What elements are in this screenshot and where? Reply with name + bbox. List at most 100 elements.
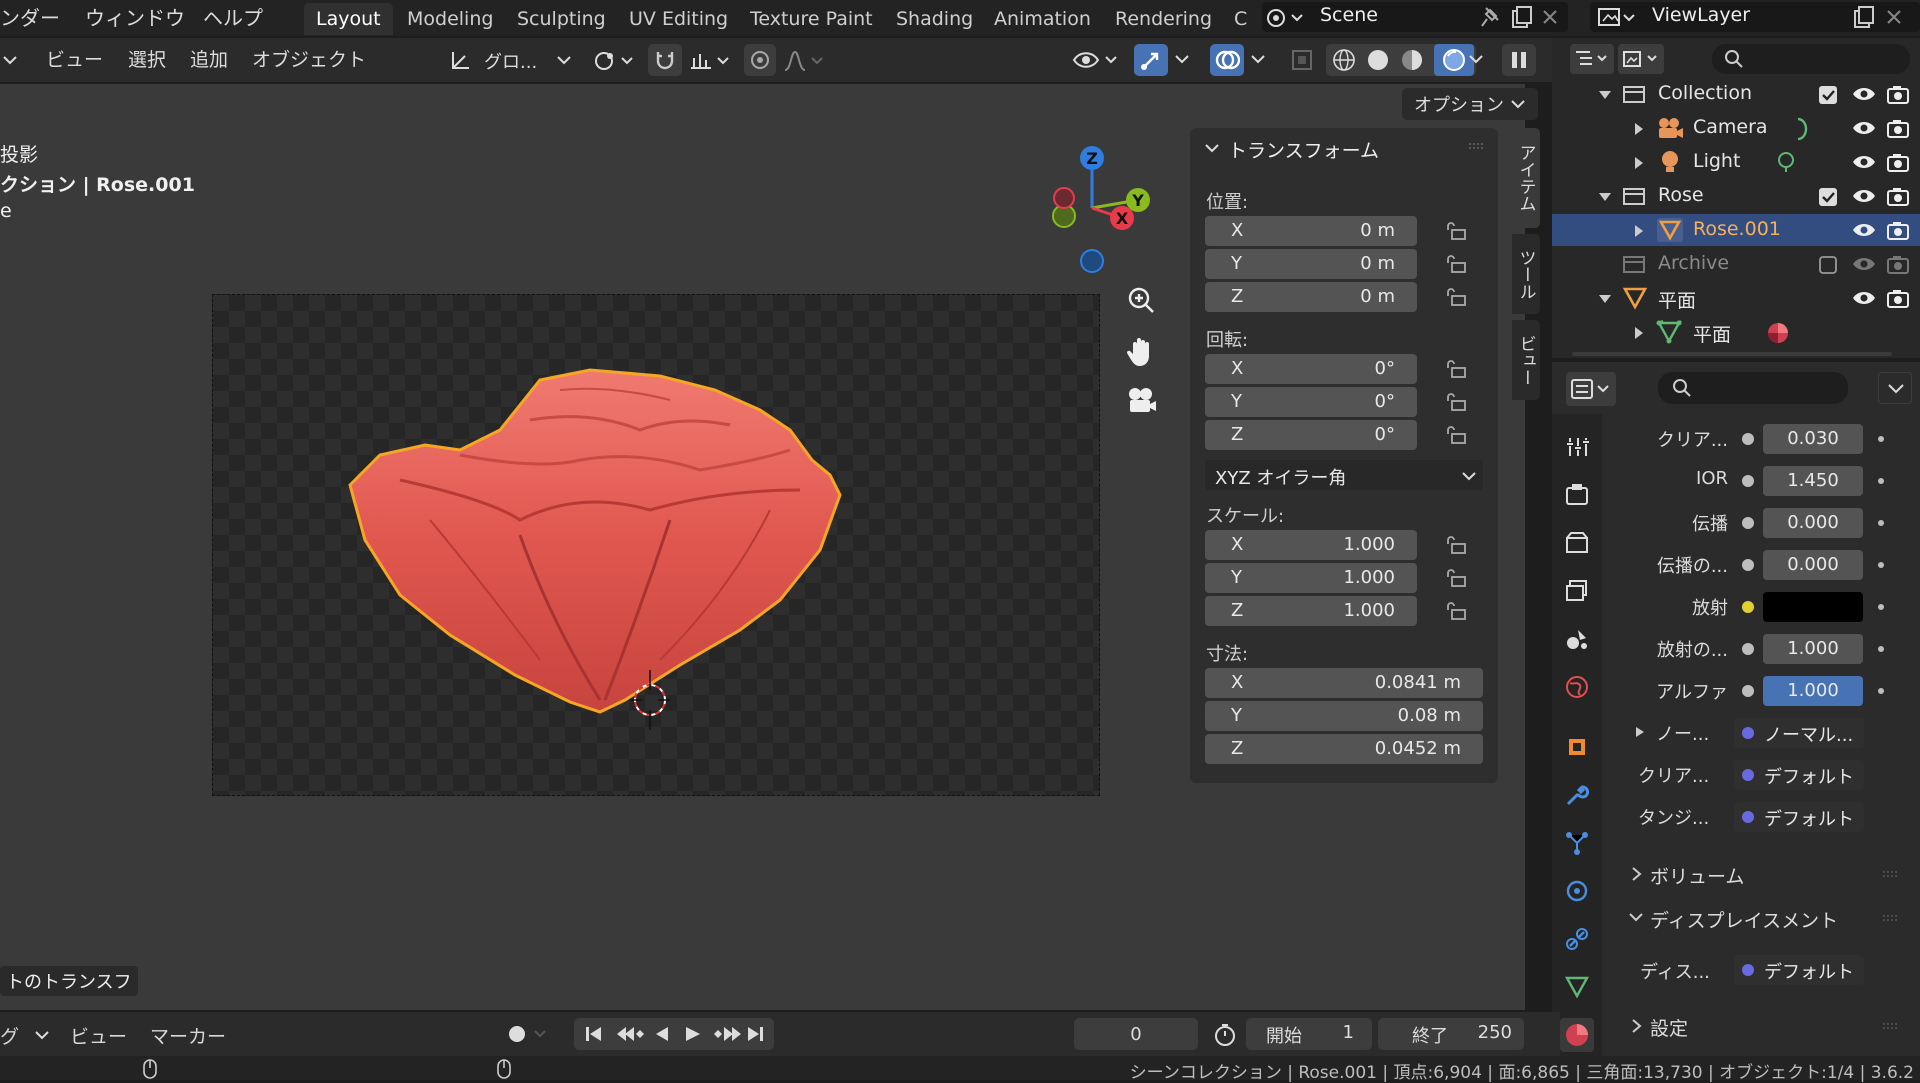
tab-rendering[interactable]: Rendering bbox=[1103, 3, 1224, 35]
navigation-gizmo[interactable]: Z Y X bbox=[1028, 138, 1158, 278]
outliner-search-input[interactable] bbox=[1712, 44, 1910, 74]
outliner-row-archive[interactable]: Archive bbox=[1552, 248, 1920, 280]
constraints-tab-icon[interactable] bbox=[1564, 926, 1590, 952]
dimension-x-field[interactable]: X 0.0841 m bbox=[1205, 668, 1483, 698]
normal-link-field[interactable]: ノーマル... bbox=[1734, 718, 1864, 748]
properties-search-input[interactable] bbox=[1658, 372, 1848, 404]
lock-icon[interactable] bbox=[1445, 534, 1467, 556]
playback-menu[interactable]: グ bbox=[0, 1022, 19, 1049]
keyframe-dot-icon[interactable] bbox=[1878, 478, 1884, 484]
tab-view[interactable]: ビュー bbox=[1512, 320, 1540, 400]
tab-animation[interactable]: Animation bbox=[982, 3, 1103, 35]
socket-icon[interactable] bbox=[1742, 433, 1754, 445]
tab-compositing[interactable]: C bbox=[1222, 3, 1259, 35]
start-frame-field[interactable]: 開始 1 bbox=[1246, 1018, 1372, 1050]
menu-render[interactable]: ンダー bbox=[0, 3, 60, 33]
transmission-roughness-field[interactable]: 0.000 bbox=[1763, 550, 1863, 580]
rotation-y-field[interactable]: Y 0° bbox=[1205, 387, 1417, 417]
chevron-down-icon[interactable] bbox=[1250, 50, 1266, 70]
keyframe-dot-icon[interactable] bbox=[1878, 646, 1884, 652]
panel-title[interactable]: トランスフォーム bbox=[1228, 136, 1379, 163]
pin-icon[interactable] bbox=[1478, 4, 1502, 30]
tab-modeling[interactable]: Modeling bbox=[395, 3, 505, 35]
options-dropdown[interactable] bbox=[1878, 372, 1912, 404]
lock-icon[interactable] bbox=[1445, 286, 1467, 308]
chevron-down-icon[interactable] bbox=[2, 50, 18, 70]
tab-item[interactable]: アイテム bbox=[1512, 128, 1540, 228]
tab-texture-paint[interactable]: Texture Paint bbox=[738, 3, 885, 35]
menu-window[interactable]: ウィンドウ bbox=[85, 3, 185, 33]
chevron-right-icon[interactable] bbox=[1634, 726, 1646, 738]
chevron-down-icon[interactable] bbox=[1174, 50, 1190, 70]
outliner-row-rose-001[interactable]: Rose.001 bbox=[1552, 214, 1920, 246]
pan-hand-icon[interactable] bbox=[1124, 334, 1158, 370]
tab-shading[interactable]: Shading bbox=[884, 3, 985, 35]
outliner-row-collection[interactable]: Collection bbox=[1552, 78, 1920, 110]
view-layer-tab-icon[interactable] bbox=[1564, 578, 1590, 604]
new-scene-icon[interactable] bbox=[1508, 4, 1534, 30]
scale-x-field[interactable]: X 1.000 bbox=[1205, 530, 1417, 560]
pivot-icon[interactable] bbox=[592, 48, 640, 74]
output-tab-icon[interactable] bbox=[1564, 530, 1590, 556]
lock-icon[interactable] bbox=[1445, 391, 1467, 413]
settings-panel-header[interactable]: 設定 bbox=[1614, 1008, 1910, 1044]
scene-name[interactable]: Scene bbox=[1320, 4, 1378, 26]
chevron-down-icon[interactable] bbox=[1204, 140, 1220, 156]
displacement-panel-header[interactable]: ディスプレイスメント bbox=[1614, 900, 1910, 936]
pause-render-button[interactable] bbox=[1502, 44, 1536, 76]
outliner-row-camera[interactable]: Camera bbox=[1552, 112, 1920, 144]
tab-uv-editing[interactable]: UV Editing bbox=[617, 3, 740, 35]
transform-orientation-dropdown[interactable]: グロ... bbox=[444, 44, 576, 76]
editor-type-dropdown[interactable] bbox=[1566, 372, 1616, 406]
new-viewlayer-icon[interactable] bbox=[1850, 4, 1876, 30]
chevron-down-icon[interactable] bbox=[1468, 50, 1484, 70]
volume-panel-header[interactable]: ボリューム bbox=[1614, 856, 1910, 892]
drag-handle-icon[interactable] bbox=[1468, 142, 1486, 152]
keyframe-dot-icon[interactable] bbox=[1878, 436, 1884, 442]
socket-icon[interactable] bbox=[1742, 643, 1754, 655]
outliner-row-light[interactable]: Light bbox=[1552, 146, 1920, 178]
tool-tab-icon[interactable] bbox=[1564, 434, 1590, 460]
tab-layout[interactable]: Layout bbox=[304, 3, 393, 35]
keyframe-dot-icon[interactable] bbox=[1878, 604, 1884, 610]
rotation-x-field[interactable]: X 0° bbox=[1205, 354, 1417, 384]
outliner-row-rose[interactable]: Rose bbox=[1552, 180, 1920, 212]
object-tab-icon[interactable] bbox=[1564, 734, 1590, 760]
delete-scene-icon[interactable] bbox=[1538, 4, 1562, 30]
shading-modes[interactable] bbox=[1326, 44, 1476, 76]
outliner-scrollbar[interactable] bbox=[1572, 352, 1892, 356]
menu-object[interactable]: オブジェクト bbox=[252, 44, 366, 76]
tangent-field[interactable]: デフォルト bbox=[1734, 802, 1864, 832]
scene-selector[interactable]: Scene bbox=[1262, 2, 1568, 32]
keyframe-dot-icon[interactable] bbox=[1878, 688, 1884, 694]
gizmo-toggle[interactable] bbox=[1134, 44, 1168, 76]
end-frame-field[interactable]: 終了 250 bbox=[1378, 1018, 1524, 1050]
lock-icon[interactable] bbox=[1445, 567, 1467, 589]
filter-dropdown[interactable] bbox=[1618, 44, 1664, 74]
menu-help[interactable]: ヘルプ bbox=[203, 3, 263, 33]
outliner-row-plane-mesh[interactable]: 平面 bbox=[1552, 316, 1920, 348]
transmission-field[interactable]: 0.000 bbox=[1763, 508, 1863, 538]
material-shading-icon[interactable] bbox=[1400, 48, 1424, 72]
lock-icon[interactable] bbox=[1445, 600, 1467, 622]
keyframe-dot-icon[interactable] bbox=[1878, 520, 1884, 526]
socket-icon[interactable] bbox=[1742, 601, 1754, 613]
zoom-icon[interactable] bbox=[1124, 284, 1158, 318]
world-tab-icon[interactable] bbox=[1564, 674, 1590, 700]
physics-tab-icon[interactable] bbox=[1564, 878, 1590, 904]
tab-tool[interactable]: ツール bbox=[1512, 234, 1540, 314]
snap-target-icon[interactable] bbox=[688, 48, 736, 74]
overlay-toggle[interactable] bbox=[1210, 44, 1244, 76]
tab-sculpting[interactable]: Sculpting bbox=[505, 3, 618, 35]
viewlayer-name[interactable]: ViewLayer bbox=[1652, 4, 1750, 26]
wireframe-shading-icon[interactable] bbox=[1332, 48, 1356, 72]
ior-field[interactable]: 1.450 bbox=[1763, 466, 1863, 496]
clearcoat-field[interactable]: 0.030 bbox=[1763, 424, 1863, 454]
playback-controls[interactable] bbox=[574, 1018, 774, 1050]
menu-view[interactable]: ビュー bbox=[46, 44, 103, 76]
particles-tab-icon[interactable] bbox=[1564, 830, 1590, 856]
snap-toggle[interactable] bbox=[648, 44, 682, 76]
socket-icon[interactable] bbox=[1742, 559, 1754, 571]
lock-icon[interactable] bbox=[1445, 358, 1467, 380]
delete-viewlayer-icon[interactable] bbox=[1882, 4, 1906, 30]
